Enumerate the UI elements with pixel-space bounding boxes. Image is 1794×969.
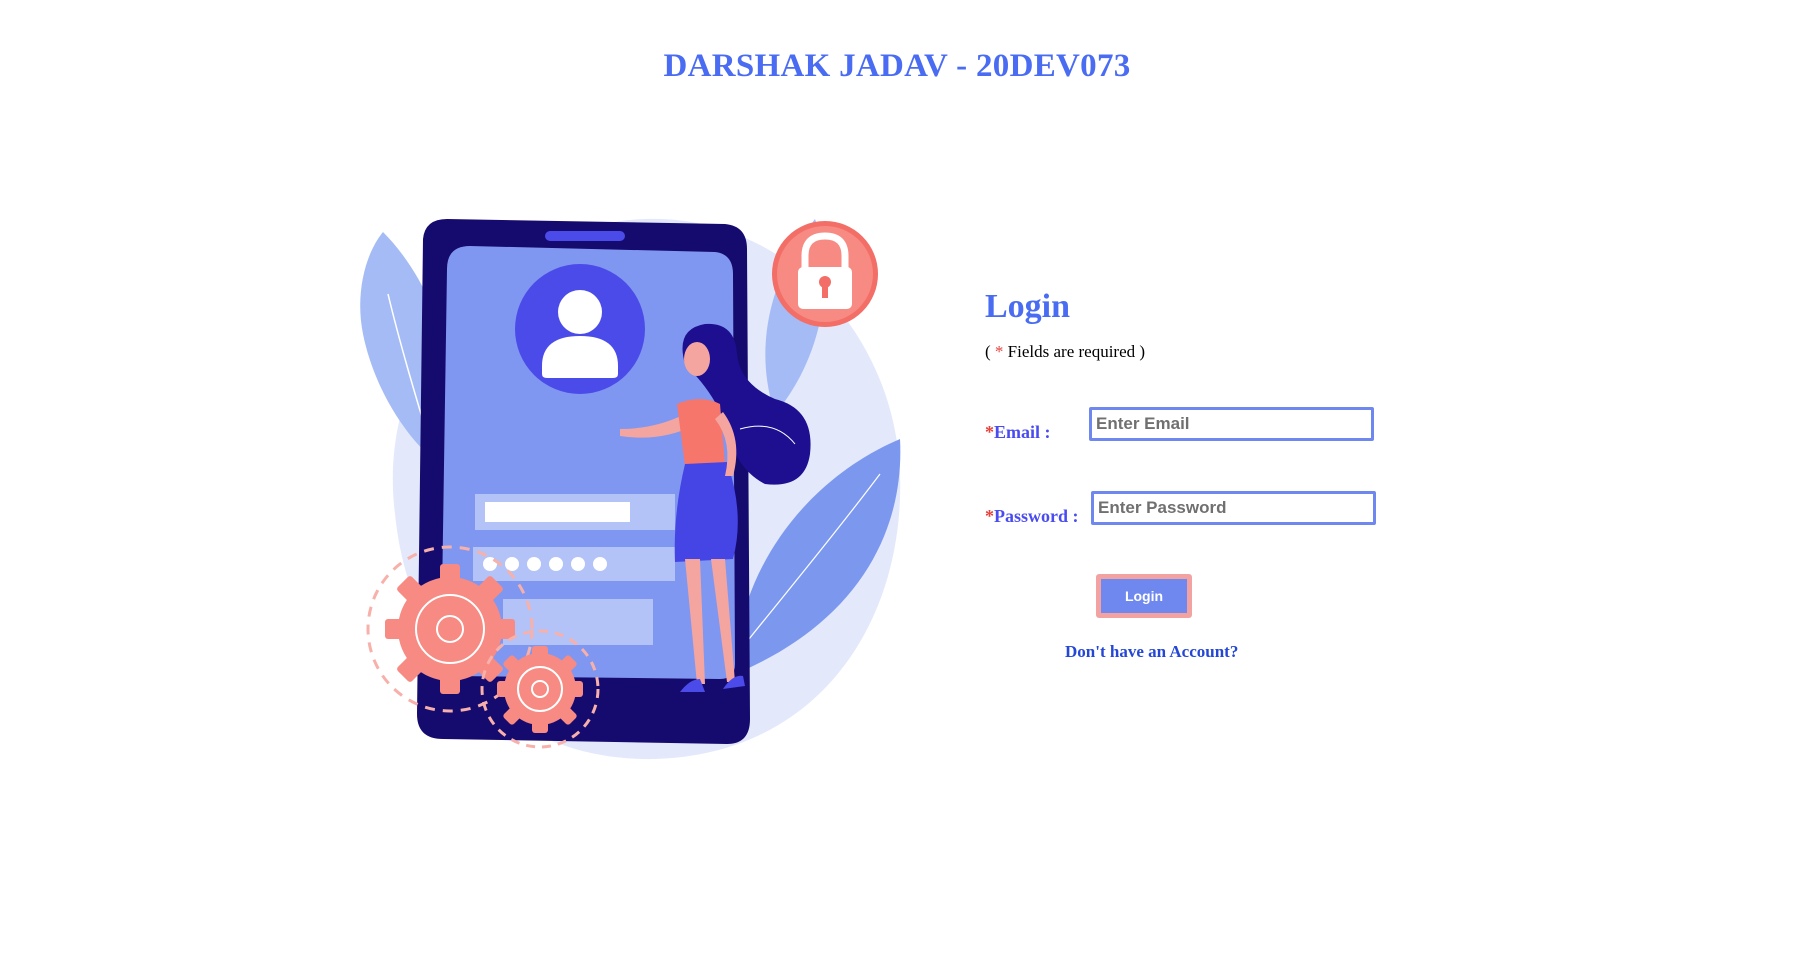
email-input[interactable]	[1089, 407, 1374, 441]
login-button[interactable]: Login	[1101, 579, 1187, 613]
signup-link[interactable]: Don't have an Account?	[1065, 642, 1238, 662]
page-title: DARSHAK JADAV - 20DEV073	[663, 48, 1131, 84]
password-label-text: Password :	[994, 506, 1079, 526]
password-label: *Password :	[985, 506, 1079, 527]
email-label: *Email :	[985, 422, 1051, 443]
login-page: DARSHAK JADAV - 20DEV073 Login (* Field…	[0, 0, 1794, 969]
email-row: *Email :	[985, 407, 1374, 443]
login-button-frame: Login	[1096, 574, 1192, 618]
email-label-text: Email :	[994, 422, 1051, 442]
password-row: *Password :	[985, 491, 1376, 527]
password-required-star: *	[985, 506, 994, 526]
login-illustration	[360, 218, 901, 760]
email-required-star: *	[985, 422, 994, 442]
password-input[interactable]	[1091, 491, 1376, 525]
note-open: (	[985, 342, 995, 361]
login-panel: Login ( * Fields are required ) *Email :…	[985, 284, 1405, 661]
note-text: Fields are required )	[1003, 342, 1146, 361]
login-heading: Login	[985, 288, 1071, 325]
required-fields-note: ( * Fields are required )	[985, 342, 1405, 362]
